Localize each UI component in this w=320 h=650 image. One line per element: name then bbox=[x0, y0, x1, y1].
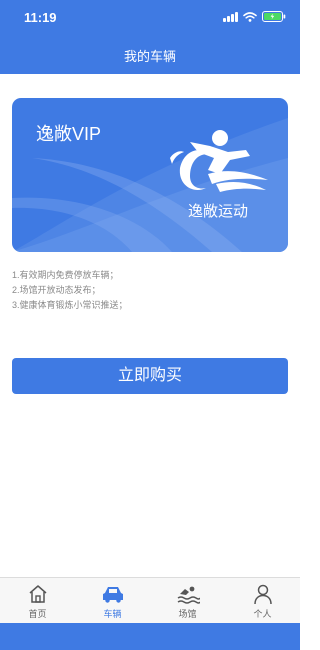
signal-icon bbox=[223, 11, 238, 22]
tab-label: 车辆 bbox=[103, 609, 122, 619]
status-time: 11:19 bbox=[24, 10, 57, 25]
person-icon bbox=[253, 584, 272, 605]
brand-logo-icon bbox=[170, 130, 268, 192]
tab-vehicles[interactable]: 车辆 bbox=[75, 578, 150, 623]
home-icon bbox=[29, 585, 46, 603]
benefit-item: 1.有效期内免费停放车辆； bbox=[12, 270, 119, 280]
status-bar: 11:19 bbox=[0, 0, 300, 36]
battery-icon bbox=[262, 11, 286, 22]
car-icon bbox=[102, 587, 123, 603]
tab-bar: 首页 车辆 场馆 个人 bbox=[0, 577, 300, 623]
vip-card: 逸敞VIP 逸敞运动 bbox=[12, 98, 288, 252]
tab-label: 个人 bbox=[253, 609, 272, 619]
page-title: 我的车辆 bbox=[123, 49, 176, 64]
bottom-band bbox=[0, 623, 300, 650]
tab-profile[interactable]: 个人 bbox=[225, 578, 300, 623]
swim-icon bbox=[177, 586, 200, 604]
wifi-icon bbox=[243, 11, 257, 22]
benefit-item: 3.健康体育锻炼小常识推送； bbox=[12, 300, 128, 310]
header: 11:19 我的车辆 bbox=[0, 0, 300, 74]
status-icons bbox=[223, 11, 286, 22]
tab-home[interactable]: 首页 bbox=[0, 578, 75, 623]
tab-venues[interactable]: 场馆 bbox=[150, 578, 225, 623]
vip-card-title: 逸敞VIP bbox=[36, 124, 102, 144]
brand-name: 逸敞运动 bbox=[188, 203, 249, 220]
buy-now-button[interactable]: 立即购买 bbox=[12, 358, 288, 394]
benefits-list: 1.有效期内免费停放车辆； 2.场馆开放动态发布； 3.健康体育锻炼小常识推送； bbox=[12, 268, 128, 313]
tab-label: 首页 bbox=[28, 609, 47, 619]
tab-label: 场馆 bbox=[178, 609, 197, 619]
benefit-item: 2.场馆开放动态发布； bbox=[12, 285, 101, 295]
